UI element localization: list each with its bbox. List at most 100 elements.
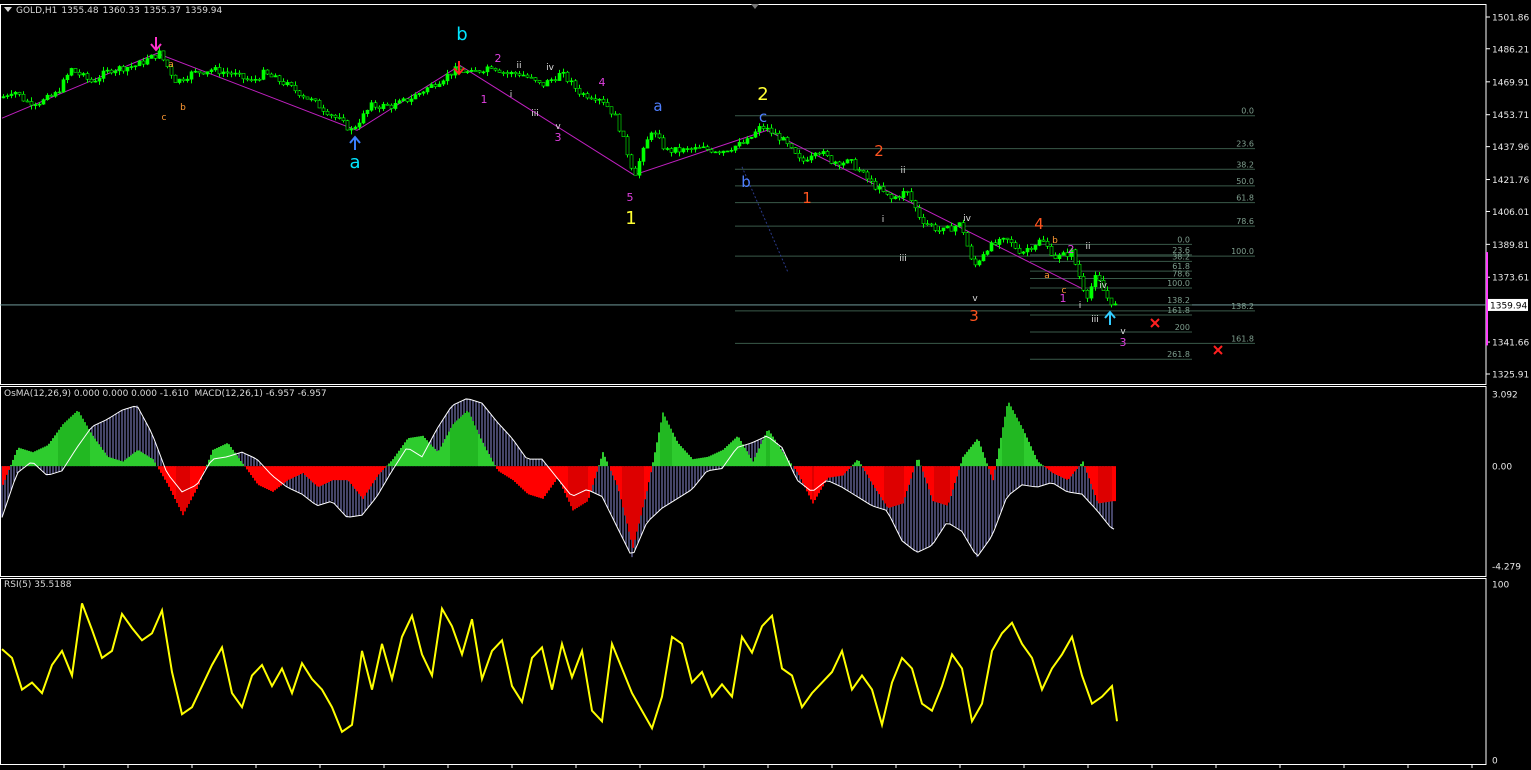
osma-bar: [742, 444, 744, 467]
osma-bar: [826, 466, 828, 480]
candle-body: [269, 73, 274, 78]
osma-bar: [598, 465, 600, 467]
osma-bar: [54, 435, 56, 467]
candle-body: [213, 67, 218, 71]
candle-body: [637, 161, 642, 176]
wave-label-0: a: [349, 152, 360, 173]
candle-body: [253, 79, 258, 81]
candle-body: [533, 77, 538, 81]
candle-body: [281, 81, 286, 86]
candle-body: [13, 91, 18, 95]
osma-bar: [946, 466, 948, 506]
osma-bar: [570, 466, 572, 507]
osma-bar: [358, 466, 360, 494]
osma-bar: [678, 443, 680, 467]
osma-bar: [392, 459, 394, 467]
candle-body: [85, 73, 90, 80]
osma-bar: [952, 466, 954, 490]
osma-bar: [42, 447, 44, 467]
osma-bar: [384, 466, 386, 468]
osma-bar: [1006, 406, 1008, 467]
osma-bar: [1066, 466, 1068, 480]
osma-bar: [32, 452, 34, 467]
candle-body: [753, 131, 758, 138]
osma-bar: [844, 466, 846, 474]
osma-bar: [798, 466, 800, 476]
candle-body: [613, 113, 618, 116]
candle-body: [581, 93, 586, 95]
osma-bar: [1030, 446, 1032, 467]
wave-label-2: 1: [625, 208, 636, 229]
osma-bar: [540, 466, 542, 499]
osma-bar: [14, 454, 16, 467]
scroll-marker-icon: [751, 4, 759, 9]
osma-bar: [440, 446, 442, 467]
osma-bar: [278, 466, 280, 488]
candle-body: [689, 148, 694, 150]
candle-body: [225, 71, 230, 74]
osma-bar: [482, 442, 484, 467]
osma-bar: [544, 466, 546, 497]
candle-body: [821, 151, 826, 155]
osma-bar: [602, 452, 604, 467]
candle-body: [221, 71, 226, 75]
candle-body: [121, 66, 126, 72]
candle-body: [553, 79, 558, 81]
osma-bar: [194, 466, 196, 493]
osma-bar: [472, 421, 474, 467]
osma-bar: [1004, 416, 1006, 467]
trading-chart-canvas[interactable]: 1501.86 1486.21 1469.91 1453.71 1437.96 1421.…: [0, 0, 1531, 770]
osma-bar: [972, 444, 974, 467]
osma-bar: [328, 466, 330, 483]
osma-bar: [760, 444, 762, 467]
candle-body: [109, 69, 114, 74]
candle-body: [149, 54, 154, 59]
fib-main-label-4: 61.8: [1236, 194, 1254, 203]
osma-bar: [1032, 450, 1034, 467]
osma-bar: [98, 444, 100, 467]
osma-bar: [934, 466, 936, 502]
osma-bar: [24, 449, 26, 467]
osma-bar: [796, 466, 798, 472]
osma-bar: [682, 448, 684, 467]
osma-bar: [582, 466, 584, 505]
candle-body: [845, 159, 850, 164]
candle-body: [329, 114, 334, 117]
osma-bar: [754, 457, 756, 467]
candle-body: [157, 50, 162, 59]
osma-bar: [6, 466, 8, 475]
osma-bar: [356, 466, 358, 492]
candle-body: [969, 245, 974, 260]
osma-bar: [310, 466, 312, 481]
candle-body: [609, 106, 614, 115]
osma-bar: [340, 466, 342, 481]
candle-body: [5, 95, 10, 97]
candle-body: [601, 98, 606, 103]
osma-bar: [860, 464, 862, 467]
candle-body: [1053, 255, 1058, 259]
osma-bar: [434, 448, 436, 467]
collapse-triangle-icon[interactable]: [4, 7, 12, 12]
osma-bar: [290, 466, 292, 479]
candle-body: [585, 93, 590, 99]
candle-body: [1093, 275, 1098, 288]
osma-bar: [596, 466, 598, 472]
candle-body: [417, 92, 422, 95]
candle-body: [737, 142, 742, 147]
candle-body: [361, 113, 366, 124]
osma-bar: [594, 466, 596, 479]
osma-bar: [1100, 466, 1102, 504]
osma-bar: [842, 466, 844, 476]
osma-bar: [660, 422, 662, 467]
osma-bar: [474, 425, 476, 467]
candle-body: [1033, 245, 1038, 250]
osma-bar: [794, 466, 796, 469]
candle-body: [885, 191, 890, 195]
osma-bar: [44, 446, 46, 467]
pane-frame-1: [0, 386, 1487, 577]
candle-body: [357, 122, 362, 128]
osma-bar: [700, 457, 702, 467]
candle-body: [829, 155, 834, 164]
osma-bar: [530, 466, 532, 496]
wave-label-24: c: [1062, 286, 1067, 296]
